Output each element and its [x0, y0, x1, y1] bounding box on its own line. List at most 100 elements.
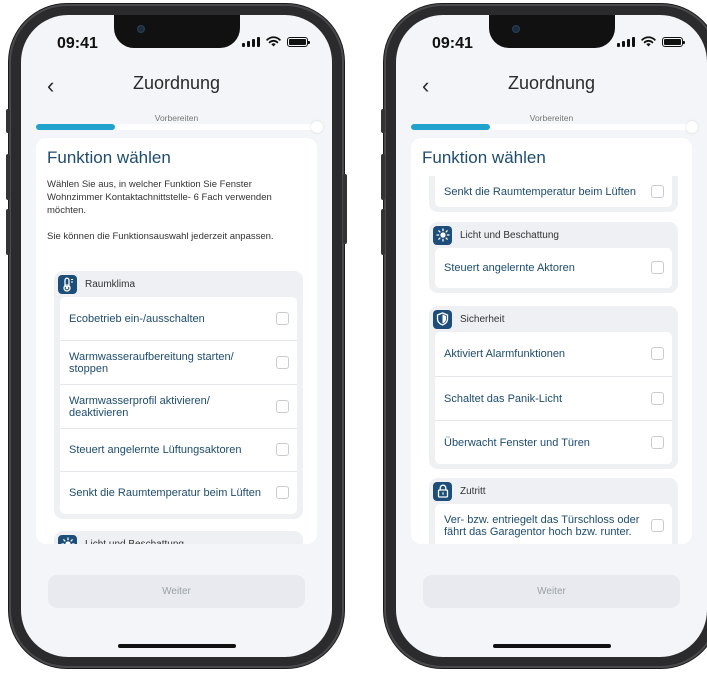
option-list: Senkt die Raumtemperatur beim Lüften — [435, 176, 672, 207]
option-row[interactable]: Warmwasseraufbereitung starten/ stoppen — [60, 340, 297, 384]
group-header: Licht und Beschattung — [54, 531, 303, 544]
checkbox[interactable] — [276, 399, 289, 413]
card-title: Funktion wählen — [422, 148, 546, 167]
option-label: Warmwasserprofil aktivieren/ deaktiviere… — [69, 394, 210, 419]
option-list: Ecobetrieb ein-/ausschalten Warmwasserau… — [60, 297, 297, 514]
camera — [136, 25, 145, 33]
progress-end-dot — [686, 121, 698, 133]
notch — [488, 15, 615, 48]
home-indicator — [117, 644, 236, 648]
option-row[interactable]: Warmwasserprofil aktivieren/ deaktiviere… — [60, 384, 297, 428]
power-button — [343, 174, 347, 244]
group-sicherheit: Sicherheit Aktiviert Alarmfunktionen Sch… — [429, 306, 678, 469]
phone-frame-right: 09:41 ‹ Zuordnung Vorbereiten Funktion w… — [381, 4, 707, 668]
group-header: Zutritt — [429, 478, 678, 504]
option-row[interactable]: Schaltet das Panik-Licht — [435, 376, 672, 420]
step-label: Vorbereiten — [154, 113, 199, 123]
option-label: Schaltet das Panik-Licht — [444, 392, 563, 405]
option-row[interactable]: Senkt die Raumtemperatur beim Lüften — [435, 176, 672, 207]
group-label: Zutritt — [460, 485, 486, 497]
option-label: Ecobetrieb ein-/ausschalten — [69, 312, 205, 325]
option-row[interactable]: Senkt die Raumtemperatur beim Lüften — [60, 471, 297, 514]
wifi-icon — [641, 36, 656, 47]
group-raumklima: Raumklima Ecobetrieb ein-/ausschalten Wa… — [54, 271, 303, 519]
option-list: Aktiviert Alarmfunktionen Schaltet das P… — [435, 332, 672, 464]
light-bulb-icon — [433, 225, 452, 245]
thermometer-icon — [58, 274, 77, 294]
status-icons — [617, 36, 685, 47]
volume-up-button — [381, 154, 385, 200]
volume-down-button — [381, 209, 385, 255]
group-licht-beschattung: Licht und Beschattung Steuert angelernte… — [429, 222, 678, 293]
checkbox[interactable] — [651, 261, 664, 274]
mute-switch — [381, 109, 385, 133]
option-row[interactable]: Steuert angelernte Aktoren — [435, 248, 672, 288]
option-label: Ver- bzw. entriegelt das Türschloss oder… — [444, 514, 640, 538]
checkbox[interactable] — [276, 311, 289, 325]
option-list: Ver- bzw. entriegelt das Türschloss oder… — [435, 504, 672, 544]
battery-icon — [662, 36, 685, 47]
group-zutritt: Zutritt Ver- bzw. entriegelt das Türschl… — [429, 478, 678, 544]
checkbox[interactable] — [276, 486, 289, 499]
cellular-signal-icon — [617, 36, 635, 47]
option-row[interactable]: Ver- bzw. entriegelt das Türschloss oder… — [435, 504, 672, 544]
checkbox[interactable] — [651, 184, 664, 198]
volume-down-button — [6, 209, 10, 255]
option-label: Senkt die Raumtemperatur beim Lüften — [444, 185, 636, 198]
checkbox[interactable] — [651, 435, 664, 449]
home-indicator — [492, 644, 611, 648]
battery-icon — [287, 36, 310, 47]
next-button[interactable]: Weiter — [423, 575, 680, 608]
checkbox[interactable] — [651, 347, 664, 360]
intro-paragraph: Sie können die Funktionsauswahl jederzei… — [47, 231, 274, 242]
lock-icon — [433, 481, 452, 501]
intro-paragraph: Wählen Sie aus, in welcher Funktion Sie … — [47, 179, 272, 216]
group-raumklima-partial: Senkt die Raumtemperatur beim Lüften — [429, 176, 678, 212]
status-icons — [242, 36, 310, 47]
nav-title: Zuordnung — [507, 73, 596, 93]
option-label: Steuert angelernte Lüftungsaktoren — [69, 444, 242, 456]
progress-fill — [36, 124, 115, 130]
progress-end-dot — [311, 121, 323, 133]
option-row[interactable]: Aktiviert Alarmfunktionen — [435, 332, 672, 376]
option-row[interactable]: Steuert angelernte Lüftungsaktoren — [60, 428, 297, 471]
progress-fill — [411, 124, 490, 130]
group-label: Licht und Beschattung — [85, 538, 184, 545]
option-list: Steuert angelernte Aktoren — [435, 248, 672, 288]
group-header: Sicherheit — [429, 306, 678, 332]
screen-left: 09:41 ‹ Zuordnung Vorbereiten Funktion w… — [21, 15, 332, 657]
group-label: Sicherheit — [460, 313, 505, 325]
wifi-icon — [266, 36, 281, 47]
camera — [511, 25, 520, 33]
intro-text: Wählen Sie aus, in welcher Funktion Sie … — [47, 178, 307, 243]
volume-up-button — [6, 154, 10, 200]
group-label: Licht und Beschattung — [460, 229, 559, 241]
notch — [113, 15, 240, 48]
shield-icon — [433, 309, 452, 329]
option-label: Senkt die Raumtemperatur beim Lüften — [69, 487, 261, 499]
checkbox[interactable] — [651, 391, 664, 405]
checkbox[interactable] — [276, 443, 289, 456]
progress-track — [411, 121, 698, 133]
option-row[interactable]: Überwacht Fenster und Türen — [435, 420, 672, 464]
option-label: Überwacht Fenster und Türen — [444, 436, 590, 449]
group-header: Raumklima — [54, 271, 303, 297]
nav-title: Zuordnung — [132, 73, 221, 93]
cellular-signal-icon — [242, 36, 260, 47]
group-licht-beschattung: Licht und Beschattung — [54, 531, 303, 544]
checkbox[interactable] — [651, 519, 664, 532]
mute-switch — [6, 109, 10, 133]
phone-frame-left: 09:41 ‹ Zuordnung Vorbereiten Funktion w… — [6, 4, 347, 668]
step-label: Vorbereiten — [529, 113, 574, 123]
option-row[interactable]: Ecobetrieb ein-/ausschalten — [60, 297, 297, 340]
function-card: Funktion wählen Senkt die Raumtemperatur… — [411, 138, 692, 544]
function-card: Funktion wählen Wählen Sie aus, in welch… — [36, 138, 317, 544]
card-title: Funktion wählen — [47, 148, 171, 167]
checkbox[interactable] — [276, 355, 289, 369]
next-button[interactable]: Weiter — [48, 575, 305, 608]
option-label: Warmwasseraufbereitung starten/ stoppen — [69, 350, 234, 375]
status-time: 09:41 — [57, 35, 98, 52]
option-label: Steuert angelernte Aktoren — [444, 262, 575, 274]
group-label: Raumklima — [85, 278, 136, 290]
light-bulb-icon — [58, 534, 77, 544]
